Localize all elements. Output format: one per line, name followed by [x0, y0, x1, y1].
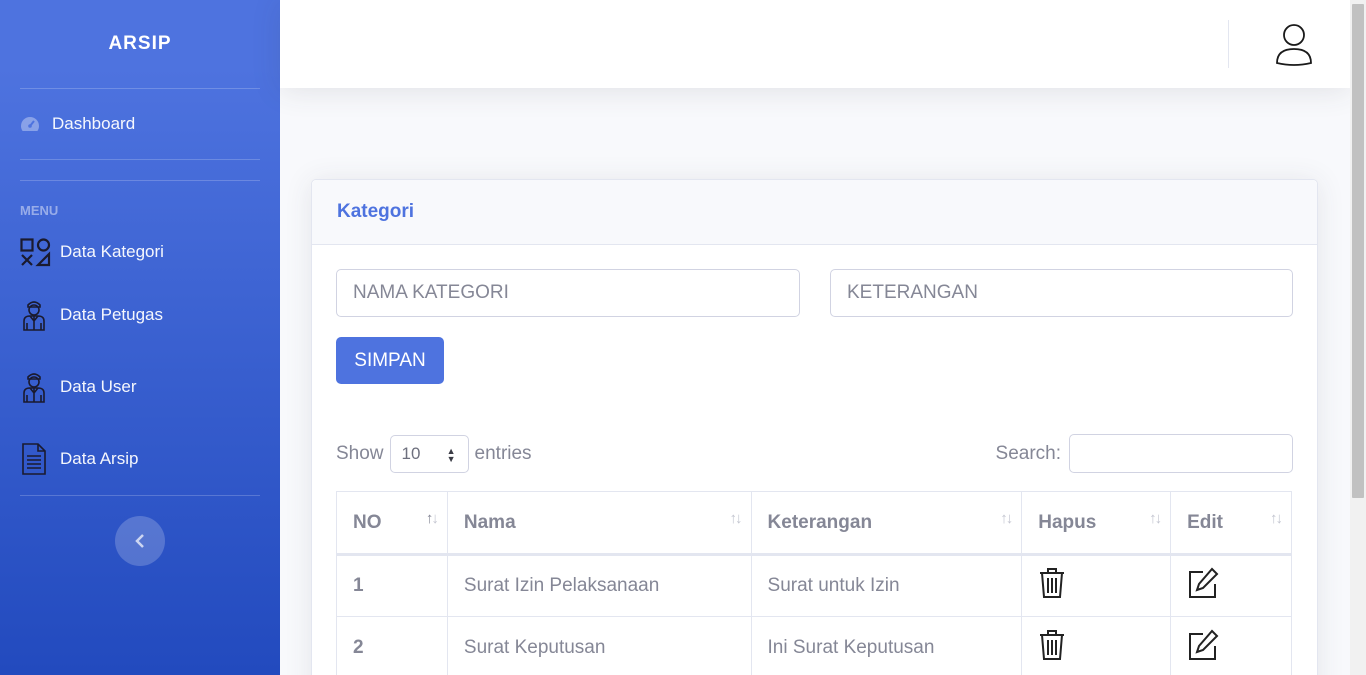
select-arrows-icon: ▲ ▼	[446, 446, 456, 464]
brand-title[interactable]: ARSIP	[0, 0, 280, 88]
edit-icon[interactable]	[1187, 629, 1219, 661]
sidebar-item-label: Dashboard	[52, 114, 136, 133]
sidebar-item-data-arsip[interactable]: Data Arsip	[0, 423, 280, 495]
sidebar-item-data-kategori[interactable]: Data Kategori	[0, 225, 280, 279]
cell-nama: Surat Izin Pelaksanaan	[446, 554, 752, 617]
gauge-icon	[20, 116, 42, 132]
topbar-divider	[1228, 20, 1229, 68]
cell-hapus	[1021, 554, 1172, 617]
column-header-edit[interactable]: Edit ↑↓	[1170, 491, 1292, 556]
cell-edit	[1170, 554, 1292, 617]
trash-icon[interactable]	[1038, 567, 1066, 599]
cell-edit	[1170, 616, 1292, 675]
chevron-left-icon	[135, 534, 144, 548]
entries-value: 10	[401, 444, 421, 463]
search-input[interactable]	[1069, 434, 1293, 473]
cell-keterangan: Ini Surat Keputusan	[750, 616, 1023, 675]
sidebar-toggle-button[interactable]	[115, 516, 165, 566]
officer-icon	[20, 299, 51, 331]
sidebar-item-label: Data Petugas	[60, 305, 164, 324]
page-scrollbar[interactable]	[1350, 0, 1366, 675]
sort-icon: ↑↓	[729, 510, 743, 527]
scrollbar-thumb[interactable]	[1352, 4, 1364, 498]
card-title: Kategori	[312, 180, 1317, 245]
cell-no: 1	[336, 554, 448, 617]
topbar	[280, 0, 1350, 88]
column-header-label: Nama	[463, 511, 516, 533]
sidebar-item-label: Data Arsip	[60, 449, 139, 468]
table-search: Search:	[996, 434, 1293, 473]
column-header-hapus[interactable]: Hapus ↑↓	[1021, 491, 1172, 556]
cell-keterangan: Surat untuk Izin	[750, 554, 1023, 617]
show-label: Show	[336, 443, 384, 464]
sidebar-item-data-user[interactable]: Data User	[0, 351, 280, 423]
user-profile-button[interactable]	[1274, 22, 1314, 66]
kategori-table: NO ↑↓ Nama ↑↓ Keterangan ↑↓ Hapus ↑↓ Edi…	[336, 491, 1292, 675]
sidebar: ARSIP Dashboard MENU Data Kategori Data …	[0, 0, 280, 675]
column-header-label: Edit	[1187, 511, 1223, 533]
column-header-nama[interactable]: Nama ↑↓	[446, 491, 752, 556]
column-header-label: NO	[353, 511, 382, 533]
entries-length-control: Show 10 ▲ ▼ entries	[336, 435, 532, 473]
sort-icon: ↑↓	[1270, 510, 1283, 527]
sort-icon: ↑↓	[1149, 510, 1162, 527]
sidebar-heading: MENU	[20, 203, 59, 218]
simpan-button[interactable]: SIMPAN	[336, 337, 444, 384]
trash-icon[interactable]	[1038, 629, 1066, 661]
sidebar-toggle-wrap	[0, 496, 280, 566]
user-officer-icon	[20, 371, 51, 403]
cell-nama: Surat Keputusan	[446, 616, 752, 675]
nama-kategori-input[interactable]	[336, 269, 800, 317]
shapes-icon	[20, 237, 51, 267]
sidebar-item-label: Data Kategori	[60, 242, 164, 261]
entries-label: entries	[474, 443, 532, 464]
document-icon	[20, 443, 51, 475]
column-header-label: Hapus	[1038, 511, 1097, 533]
search-label: Search:	[995, 442, 1061, 464]
sidebar-divider	[20, 159, 260, 160]
keterangan-input[interactable]	[830, 269, 1293, 317]
cell-no: 2	[336, 616, 448, 675]
user-profile-icon	[1276, 24, 1312, 66]
table-row: 2 Surat Keputusan Ini Surat Keputusan	[336, 616, 1292, 675]
kategori-card: Kategori SIMPAN Show 10 ▲▼ entries Searc…	[311, 179, 1318, 675]
sidebar-item-dashboard[interactable]: Dashboard	[0, 89, 280, 159]
column-header-keterangan[interactable]: Keterangan ↑↓	[750, 491, 1023, 556]
cell-hapus	[1021, 616, 1172, 675]
table-row: 1 Surat Izin Pelaksanaan Surat untuk Izi…	[336, 554, 1292, 617]
column-header-no[interactable]: NO ↑↓	[336, 491, 448, 556]
sort-icon: ↑↓	[1000, 510, 1013, 527]
edit-icon[interactable]	[1187, 567, 1219, 599]
entries-select[interactable]: 10 ▲ ▼	[389, 435, 469, 473]
table-header-row: NO ↑↓ Nama ↑↓ Keterangan ↑↓ Hapus ↑↓ Edi…	[336, 491, 1292, 556]
sidebar-item-data-petugas[interactable]: Data Petugas	[0, 279, 280, 351]
sort-icon: ↑↓	[425, 510, 439, 527]
column-header-label: Keterangan	[767, 511, 873, 533]
sidebar-item-label: Data User	[60, 377, 137, 396]
